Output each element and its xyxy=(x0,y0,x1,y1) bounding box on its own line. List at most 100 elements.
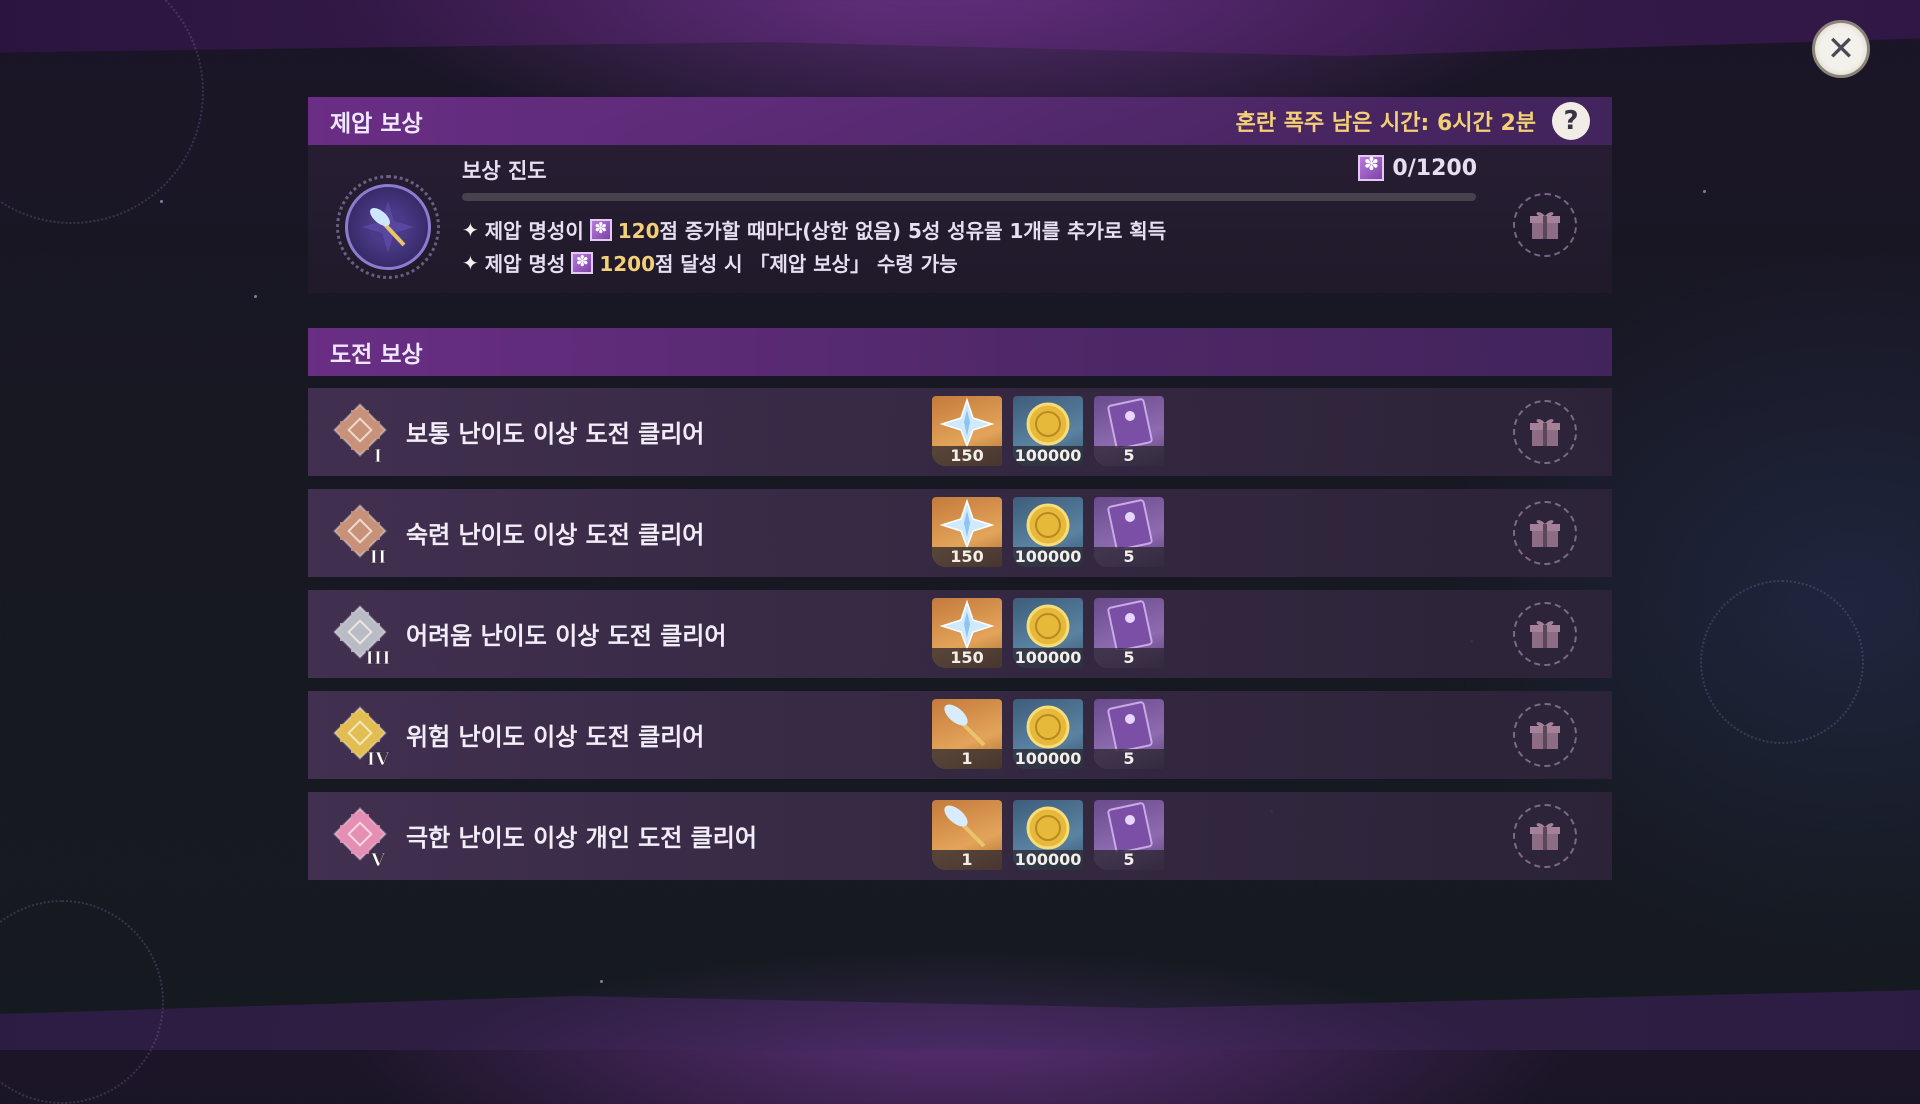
decor-star xyxy=(254,295,257,298)
item-quantity: 1 xyxy=(932,749,1002,769)
challenge-list: I 보통 난이도 이상 도전 클리어 150 100000 5 II 숙련 난이… xyxy=(308,388,1612,893)
challenge-claim-button[interactable] xyxy=(1513,804,1577,868)
gift-icon xyxy=(1530,823,1560,850)
decor-ring xyxy=(0,900,164,1104)
primogem-icon xyxy=(939,498,995,549)
reputation-icon xyxy=(571,251,594,274)
progress-count-group: 0/1200 xyxy=(1358,154,1477,181)
suppression-header: 제압 보상 혼란 폭주 남은 시간: 6시간 2분 ? xyxy=(308,97,1612,145)
decor-ring xyxy=(0,0,204,224)
reward-items: 1 100000 5 xyxy=(932,800,1164,870)
mora-reward-item[interactable]: 100000 xyxy=(1013,497,1083,567)
experience-book-icon xyxy=(1107,398,1153,448)
decor-star xyxy=(600,980,603,983)
rule-value: 1200 xyxy=(599,252,656,276)
challenge-row: I 보통 난이도 이상 도전 클리어 150 100000 5 xyxy=(308,388,1612,476)
item-quantity: 5 xyxy=(1094,648,1164,668)
item-quantity: 5 xyxy=(1094,749,1164,769)
close-button[interactable]: ✕ xyxy=(1812,20,1870,78)
item-quantity: 100000 xyxy=(1013,446,1083,466)
challenge-label: 숙련 난이도 이상 도전 클리어 xyxy=(406,521,705,549)
help-button[interactable]: ? xyxy=(1552,102,1590,140)
tier-badge-icon: I xyxy=(333,403,387,467)
decor-star xyxy=(1703,190,1706,193)
progress-count: 0/1200 xyxy=(1392,155,1477,181)
exp-book-reward-item[interactable]: 5 xyxy=(1094,396,1164,466)
remaining-time-text: 혼란 폭주 남은 시간: 6시간 2분 xyxy=(1235,111,1536,136)
challenge-label: 어려움 난이도 이상 도전 클리어 xyxy=(406,622,727,650)
tier-badge-icon: V xyxy=(333,807,387,871)
wand-reward-item[interactable]: 1 xyxy=(932,699,1002,769)
tier-badge-icon: III xyxy=(333,605,391,669)
rule-prefix: 제압 명성이 xyxy=(484,219,584,243)
mora-coin-icon xyxy=(1026,604,1070,648)
item-quantity: 1 xyxy=(932,850,1002,870)
exp-book-reward-item[interactable]: 5 xyxy=(1094,800,1164,870)
mora-coin-icon xyxy=(1026,806,1070,850)
exp-book-reward-item[interactable]: 5 xyxy=(1094,699,1164,769)
item-quantity: 100000 xyxy=(1013,648,1083,668)
mora-reward-item[interactable]: 100000 xyxy=(1013,598,1083,668)
tier-numeral: III xyxy=(365,648,390,669)
reputation-icon xyxy=(589,218,612,241)
challenge-claim-button[interactable] xyxy=(1513,400,1577,464)
challenge-title: 도전 보상 xyxy=(330,342,423,368)
exp-book-reward-item[interactable]: 5 xyxy=(1094,497,1164,567)
exp-book-reward-item[interactable]: 5 xyxy=(1094,598,1164,668)
wand-reward-item[interactable]: 1 xyxy=(932,800,1002,870)
item-quantity: 150 xyxy=(932,547,1002,567)
primogem-reward-item[interactable]: 150 xyxy=(932,497,1002,567)
reputation-icon xyxy=(1358,154,1385,181)
challenge-claim-button[interactable] xyxy=(1513,703,1577,767)
wand-icon xyxy=(944,805,986,848)
rule-line-1: ✦ 제압 명성이 120점 증가할 때마다(상한 없음) 5성 성유물 1개를 … xyxy=(462,215,1166,244)
mora-reward-item[interactable]: 100000 xyxy=(1013,396,1083,466)
sparkle-icon: ✦ xyxy=(462,250,479,275)
tier-numeral: IV xyxy=(367,749,390,770)
mora-reward-item[interactable]: 100000 xyxy=(1013,699,1083,769)
challenge-row: V 극한 난이도 이상 개인 도전 클리어 1 100000 5 xyxy=(308,792,1612,880)
primogem-icon xyxy=(939,397,995,448)
item-quantity: 150 xyxy=(932,648,1002,668)
item-quantity: 5 xyxy=(1094,850,1164,870)
gift-icon xyxy=(1530,419,1560,446)
wand-icon xyxy=(362,201,414,253)
reward-items: 1 100000 5 xyxy=(932,699,1164,769)
mora-coin-icon xyxy=(1026,402,1070,446)
tier-badge-icon: II xyxy=(333,504,387,568)
tier-badge-icon: IV xyxy=(333,706,391,770)
rule-suffix: 점 달성 시 「제압 보상」 수령 가능 xyxy=(655,252,958,276)
challenge-claim-button[interactable] xyxy=(1513,602,1577,666)
primogem-reward-item[interactable]: 150 xyxy=(932,598,1002,668)
challenge-reward-panel: 도전 보상 xyxy=(308,328,1612,376)
primogem-reward-item[interactable]: 150 xyxy=(932,396,1002,466)
mora-reward-item[interactable]: 100000 xyxy=(1013,800,1083,870)
challenge-row: II 숙련 난이도 이상 도전 클리어 150 100000 5 xyxy=(308,489,1612,577)
item-quantity: 5 xyxy=(1094,446,1164,466)
progress-bar xyxy=(462,193,1476,201)
challenge-row: IV 위험 난이도 이상 도전 클리어 1 100000 5 xyxy=(308,691,1612,779)
reward-items: 150 100000 5 xyxy=(932,497,1164,567)
challenge-row: III 어려움 난이도 이상 도전 클리어 150 100000 5 xyxy=(308,590,1612,678)
challenge-claim-button[interactable] xyxy=(1513,501,1577,565)
experience-book-icon xyxy=(1107,701,1153,751)
tier-numeral: V xyxy=(370,850,386,871)
tier-numeral: II xyxy=(370,547,387,568)
mora-coin-icon xyxy=(1026,503,1070,547)
background-band-bottom xyxy=(0,990,1920,1050)
rule-suffix: 점 증가할 때마다(상한 없음) 5성 성유물 1개를 추가로 획득 xyxy=(659,219,1167,243)
tier-numeral: I xyxy=(374,446,382,467)
decor-star xyxy=(160,200,163,203)
challenge-label: 극한 난이도 이상 개인 도전 클리어 xyxy=(406,824,757,852)
wand-icon xyxy=(944,704,986,747)
challenge-header: 도전 보상 xyxy=(308,328,1612,376)
experience-book-icon xyxy=(1107,802,1153,852)
rule-value: 120 xyxy=(617,219,660,243)
gift-icon xyxy=(1530,722,1560,749)
experience-book-icon xyxy=(1107,600,1153,650)
suppression-claim-button[interactable] xyxy=(1513,193,1577,257)
decor-ring xyxy=(1700,580,1864,744)
reward-items: 150 100000 5 xyxy=(932,396,1164,466)
gift-icon xyxy=(1530,212,1560,239)
item-quantity: 100000 xyxy=(1013,547,1083,567)
